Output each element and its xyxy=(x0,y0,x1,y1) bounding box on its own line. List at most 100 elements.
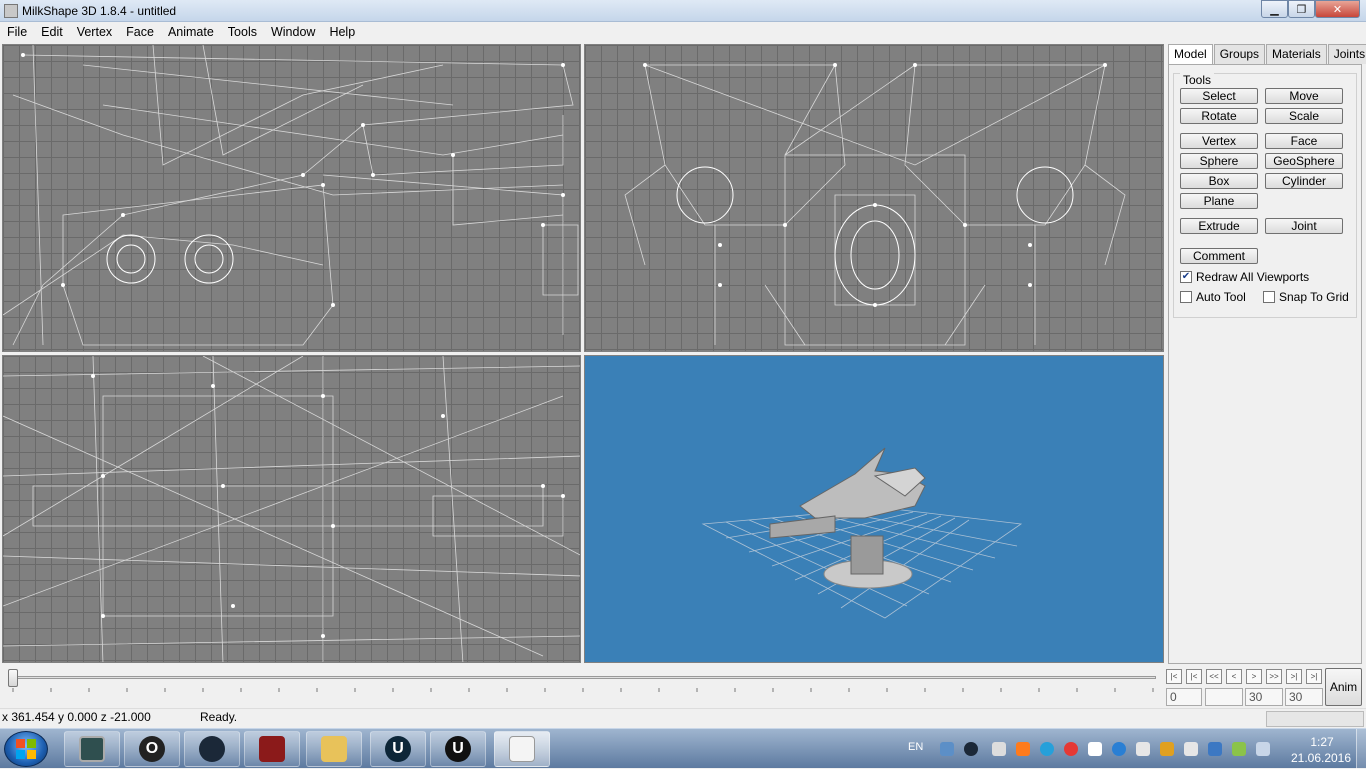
tray-display-icon[interactable] xyxy=(1136,742,1150,756)
viewport-top[interactable] xyxy=(2,355,581,663)
tray-flag-icon[interactable] xyxy=(1088,742,1102,756)
tray-flag-sweden-icon[interactable] xyxy=(1208,742,1222,756)
windows-logo-icon xyxy=(16,739,36,759)
taskbar-app-unreal-1[interactable]: U xyxy=(370,731,426,767)
redraw-all-checkbox[interactable]: ✔ Redraw All Viewports xyxy=(1180,270,1309,284)
tray-steam-icon[interactable] xyxy=(964,742,978,756)
panel-tabs: Model Groups Materials Joints xyxy=(1168,44,1366,65)
start-frame-field[interactable]: 30 xyxy=(1245,688,1283,706)
prev-frame-button[interactable]: < xyxy=(1226,669,1242,684)
box-button[interactable]: Box xyxy=(1180,173,1258,189)
menu-animate[interactable]: Animate xyxy=(161,22,221,42)
frame-blank-field[interactable] xyxy=(1205,688,1243,706)
tray-signal-icon[interactable] xyxy=(1256,742,1270,756)
model-3d-preview xyxy=(701,447,1023,619)
joint-button[interactable]: Joint xyxy=(1265,218,1343,234)
tray-power-icon[interactable] xyxy=(1112,742,1126,756)
tray-hand-icon[interactable] xyxy=(992,742,1006,756)
tray-update-icon[interactable] xyxy=(1040,742,1054,756)
model-tab-body: Tools Select Move Rotate Scale Vertex Fa… xyxy=(1168,64,1362,664)
checkbox-empty-icon xyxy=(1263,291,1275,303)
rotate-button[interactable]: Rotate xyxy=(1180,108,1258,124)
viewport-3d[interactable] xyxy=(584,355,1164,663)
auto-tool-label: Auto Tool xyxy=(1196,290,1246,304)
start-button[interactable] xyxy=(4,731,48,767)
taskbar-app-game[interactable] xyxy=(244,731,300,767)
geosphere-button[interactable]: GeoSphere xyxy=(1265,153,1343,169)
tray-speaker-icon[interactable] xyxy=(1184,742,1198,756)
anim-button[interactable]: Anim xyxy=(1325,668,1362,706)
face-button[interactable]: Face xyxy=(1265,133,1343,149)
tab-groups[interactable]: Groups xyxy=(1213,44,1266,64)
sphere-button[interactable]: Sphere xyxy=(1180,153,1258,169)
taskbar-app-steam[interactable] xyxy=(184,731,240,767)
menu-face[interactable]: Face xyxy=(119,22,161,42)
language-indicator[interactable]: EN xyxy=(908,741,923,753)
first-frame-button[interactable]: |< xyxy=(1166,669,1182,684)
current-frame-field[interactable]: 0 xyxy=(1166,688,1202,706)
menu-help[interactable]: Help xyxy=(322,22,362,42)
clock-time[interactable]: 1:27 xyxy=(1294,735,1350,749)
menu-vertex[interactable]: Vertex xyxy=(70,22,119,42)
wireframe-side xyxy=(3,45,579,346)
select-button[interactable]: Select xyxy=(1180,88,1258,104)
auto-tool-checkbox[interactable]: Auto Tool xyxy=(1180,290,1246,304)
tab-joints[interactable]: Joints xyxy=(1327,44,1366,64)
tray-app-icon[interactable] xyxy=(1016,742,1030,756)
menu-edit[interactable]: Edit xyxy=(34,22,70,42)
taskbar-app-opera[interactable]: O xyxy=(124,731,180,767)
taskbar-app-computer[interactable] xyxy=(64,731,120,767)
menu-tools[interactable]: Tools xyxy=(221,22,264,42)
tools-legend: Tools xyxy=(1180,73,1215,87)
computer-monitor-icon xyxy=(79,736,105,762)
move-button[interactable]: Move xyxy=(1265,88,1343,104)
title-bar: MilkShape 3D 1.8.4 - untitled ▁ ❐ ✕ xyxy=(0,0,1366,22)
animation-timeline: |< |< << < > >> >| >| 0 30 30 Anim xyxy=(0,664,1366,708)
timeline-slider-track[interactable] xyxy=(10,676,1156,679)
wireframe-front xyxy=(624,63,1126,346)
wireframe-top xyxy=(3,356,580,662)
minimize-button[interactable]: ▁ xyxy=(1261,0,1288,18)
tab-model[interactable]: Model xyxy=(1168,44,1213,65)
last-frame-button[interactable]: >| xyxy=(1306,669,1322,684)
prev-key-button[interactable]: |< xyxy=(1186,669,1202,684)
clock-date[interactable]: 21.06.2016 xyxy=(1286,751,1356,765)
end-frame-field[interactable]: 30 xyxy=(1285,688,1323,706)
extrude-button[interactable]: Extrude xyxy=(1180,218,1258,234)
next-key-button[interactable]: >| xyxy=(1286,669,1302,684)
tray-notification-icon[interactable] xyxy=(1064,742,1078,756)
unreal-engine-icon: U xyxy=(445,736,471,762)
timeline-slider-thumb[interactable] xyxy=(8,669,18,687)
window-title: MilkShape 3D 1.8.4 - untitled xyxy=(22,4,177,18)
close-button[interactable]: ✕ xyxy=(1315,0,1360,18)
timeline-ticks xyxy=(12,688,1154,692)
snap-grid-checkbox[interactable]: Snap To Grid xyxy=(1263,290,1349,304)
status-progress-bar xyxy=(1266,711,1364,727)
comment-button[interactable]: Comment xyxy=(1180,248,1258,264)
scale-button[interactable]: Scale xyxy=(1265,108,1343,124)
window-controls: ▁ ❐ ✕ xyxy=(1261,0,1360,18)
tab-materials[interactable]: Materials xyxy=(1266,44,1327,64)
plane-button[interactable]: Plane xyxy=(1180,193,1258,209)
show-desktop-button[interactable] xyxy=(1356,729,1366,769)
taskbar-app-explorer[interactable] xyxy=(306,731,362,767)
taskbar-app-milkshape[interactable] xyxy=(494,731,550,767)
tray-volume-icon[interactable] xyxy=(1160,742,1174,756)
rewind-button[interactable]: << xyxy=(1206,669,1222,684)
viewport-front[interactable] xyxy=(584,44,1164,352)
app-icon xyxy=(4,4,18,18)
next-frame-button[interactable]: > xyxy=(1246,669,1262,684)
menu-window[interactable]: Window xyxy=(264,22,322,42)
menu-file[interactable]: File xyxy=(0,22,34,42)
menu-bar: File Edit Vertex Face Animate Tools Wind… xyxy=(0,22,1366,42)
cylinder-button[interactable]: Cylinder xyxy=(1265,173,1343,189)
vertex-button[interactable]: Vertex xyxy=(1180,133,1258,149)
maximize-button[interactable]: ❐ xyxy=(1288,0,1315,18)
viewport-side[interactable] xyxy=(2,44,581,352)
fast-forward-button[interactable]: >> xyxy=(1266,669,1282,684)
milkshape-icon xyxy=(509,736,535,762)
tray-monitor-icon[interactable] xyxy=(1232,742,1246,756)
taskbar-app-unreal-2[interactable]: U xyxy=(430,731,486,767)
tray-network-icon[interactable] xyxy=(940,742,954,756)
status-message: Ready. xyxy=(200,710,238,724)
